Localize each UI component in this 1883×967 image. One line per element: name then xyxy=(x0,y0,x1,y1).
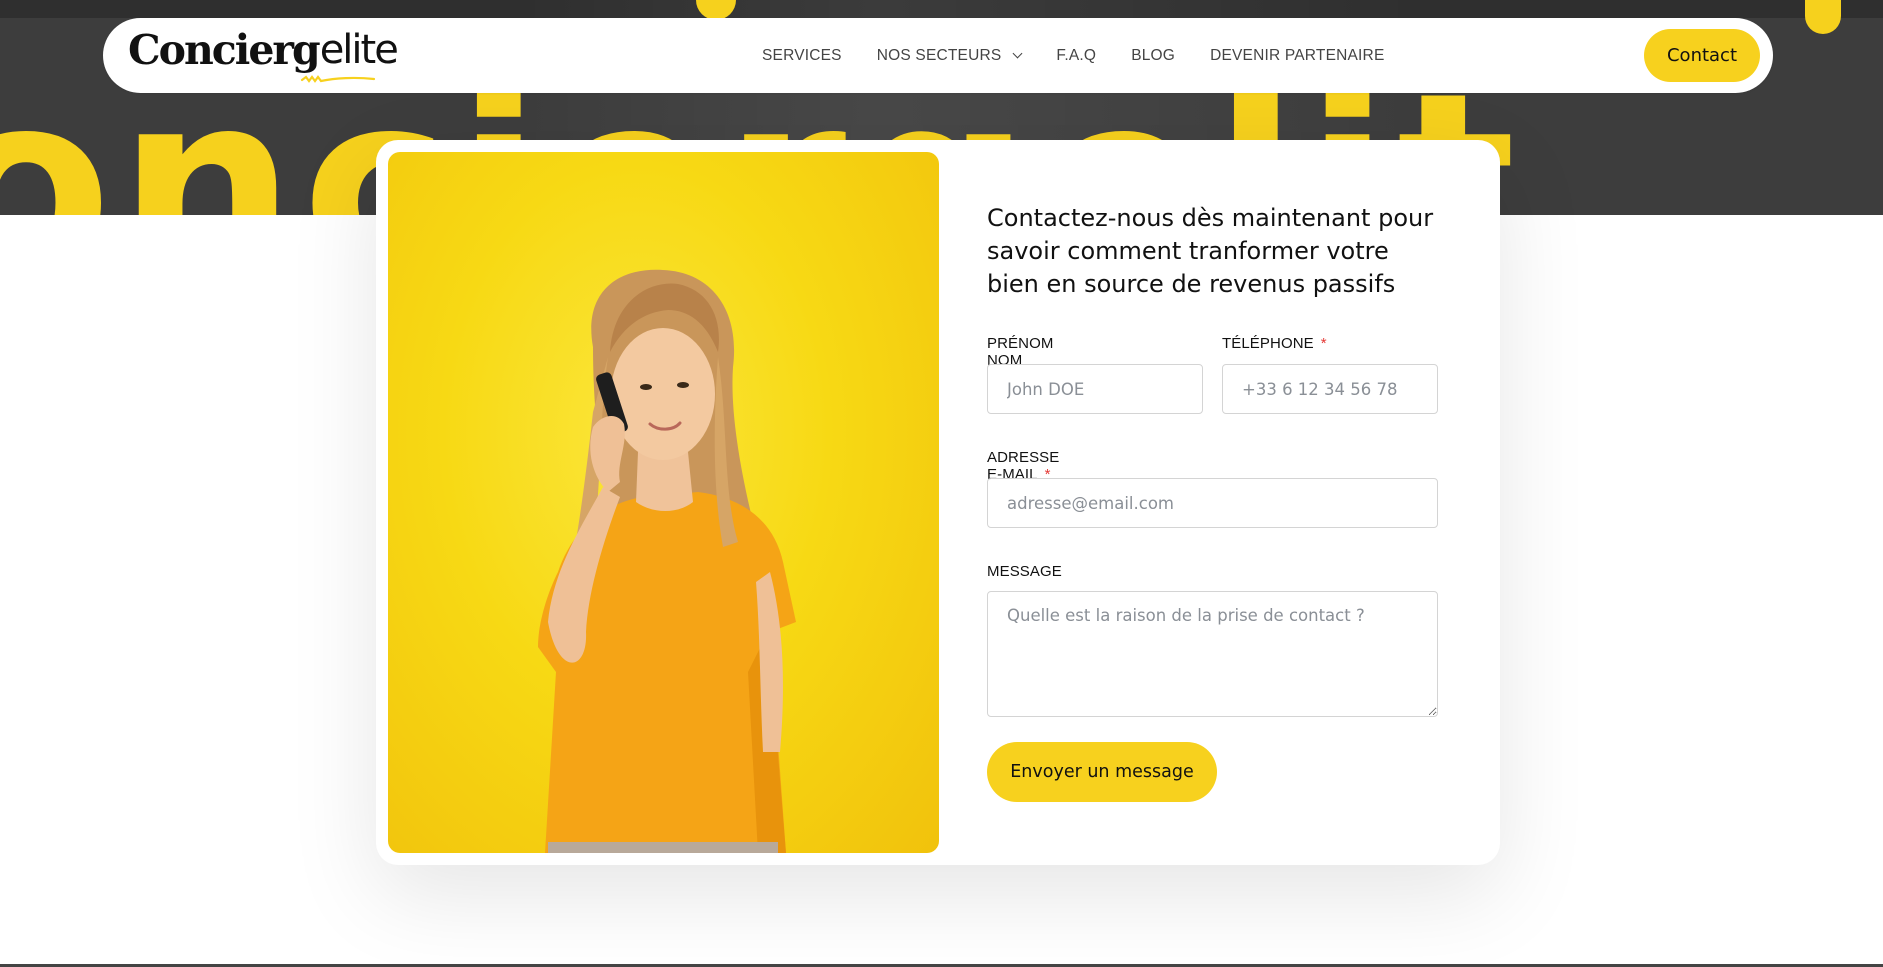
name-field[interactable] xyxy=(987,364,1203,414)
top-navbar: Concierg elite SERVICES NOS SECTEURS F.A… xyxy=(103,18,1773,93)
send-message-button[interactable]: Envoyer un message xyxy=(987,742,1217,802)
nav-item-faq[interactable]: F.A.Q xyxy=(1056,47,1096,65)
message-label-text: MESSAGE xyxy=(987,563,1062,580)
contact-card: Contactez-nous dès maintenant pour savoi… xyxy=(376,140,1500,865)
nav-item-label: F.A.Q xyxy=(1056,46,1097,64)
email-field[interactable] xyxy=(987,478,1438,528)
contact-photo xyxy=(388,152,939,853)
main-menu: SERVICES NOS SECTEURS F.A.Q BLOG DEVENIR… xyxy=(658,18,1385,93)
chevron-down-icon xyxy=(1012,48,1023,59)
nav-item-label: DEVENIR PARTENAIRE xyxy=(1210,46,1385,64)
woman-on-phone-illustration xyxy=(538,269,796,853)
nav-item-label: NOS SECTEURS xyxy=(876,46,1002,64)
phone-field[interactable] xyxy=(1222,364,1438,414)
hero-dot-decoration xyxy=(1805,0,1841,34)
message-label: MESSAGE xyxy=(987,563,1062,580)
logo-underline-icon xyxy=(300,75,376,83)
phone-label-text: TÉLÉPHONE xyxy=(1222,335,1314,352)
brand-logo[interactable]: Concierg elite xyxy=(128,26,399,84)
required-marker: * xyxy=(1320,335,1327,352)
contact-button[interactable]: Contact xyxy=(1644,29,1760,82)
logo-text-light: elite xyxy=(319,27,399,73)
phone-label: TÉLÉPHONE * xyxy=(1222,335,1327,352)
nav-item-nos-secteurs[interactable]: NOS SECTEURS xyxy=(876,46,1023,65)
logo-text-bold: Concierg xyxy=(128,26,321,74)
nav-item-blog[interactable]: BLOG xyxy=(1131,47,1175,65)
nav-item-label: BLOG xyxy=(1131,46,1176,64)
nav-item-services[interactable]: SERVICES xyxy=(762,47,842,65)
nav-item-label: SERVICES xyxy=(762,46,842,64)
nav-item-devenir-partenaire[interactable]: DEVENIR PARTENAIRE xyxy=(1210,47,1384,65)
message-textarea[interactable] xyxy=(987,591,1438,717)
form-heading: Contactez-nous dès maintenant pour savoi… xyxy=(987,204,1434,298)
